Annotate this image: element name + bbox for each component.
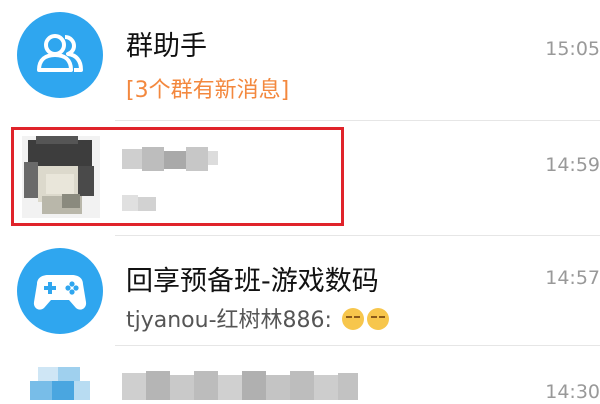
chat-row-game-group[interactable]: 回享预备班-游戏数码 tjyanou-红树林886: 14:57 [0, 235, 600, 345]
pensive-emoji-icon [341, 308, 364, 330]
chat-preview: [3个群有新消息] [126, 78, 290, 103]
chat-time: 14:57 [545, 267, 600, 289]
group-contacts-icon [17, 12, 103, 98]
gamepad-icon [17, 248, 103, 334]
chat-name: 回享预备班-游戏数码 [126, 266, 379, 297]
pixelated-name [122, 369, 362, 400]
highlight-box [11, 127, 344, 226]
chat-time: 15:05 [545, 38, 600, 60]
chat-row-group-assistant[interactable]: 群助手 [3个群有新消息] 15:05 [0, 0, 600, 120]
chat-time: 14:59 [545, 154, 600, 176]
chat-list: 群助手 [3个群有新消息] 15:05 14:59 回享预备班-游戏数码 tjy… [0, 0, 600, 403]
pixelated-avatar [24, 367, 94, 400]
pensive-emoji-icon [366, 308, 389, 330]
chat-name: 群助手 [126, 31, 207, 62]
chat-preview-text: tjyanou-红树林886: [126, 308, 339, 333]
chat-preview: tjyanou-红树林886: [126, 302, 389, 334]
chat-row-pixelated-4[interactable]: 14:30 [0, 345, 600, 403]
